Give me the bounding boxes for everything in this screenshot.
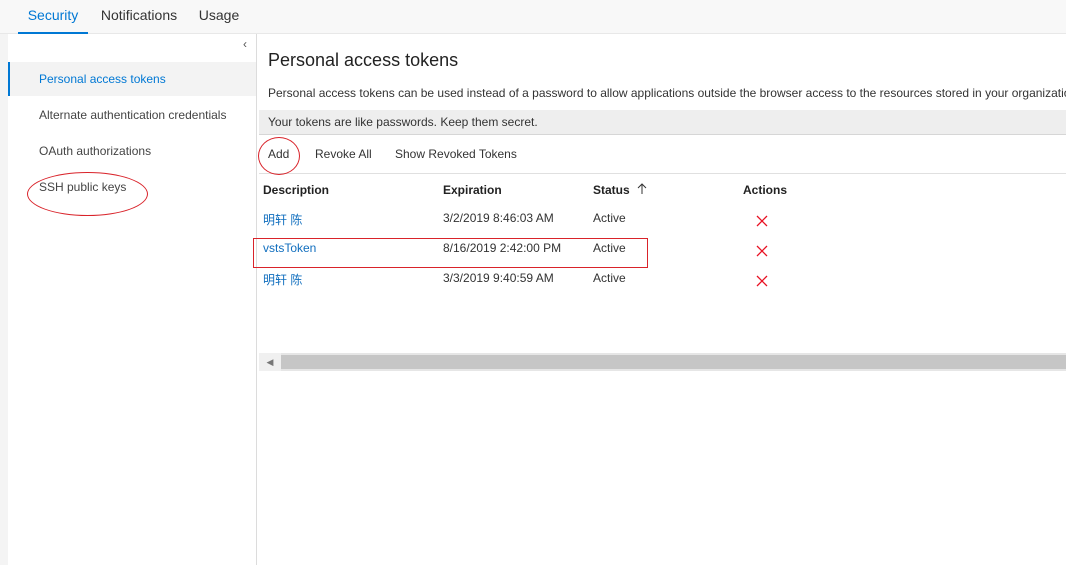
main-panel: Personal access tokens Personal access t… [257,34,1066,565]
token-expiration: 3/2/2019 8:46:03 AM [443,211,554,225]
page-description: Personal access tokens can be used inste… [268,86,1066,100]
revoke-x-icon[interactable] [755,274,769,288]
token-expiration: 3/3/2019 9:40:59 AM [443,271,554,285]
sort-arrow-up-icon[interactable] [637,183,647,195]
tab-usage[interactable]: Usage [194,0,244,34]
token-expiration: 8/16/2019 2:42:00 PM [443,241,562,255]
show-revoked-tokens-button[interactable]: Show Revoked Tokens [395,147,517,161]
toolbar-divider [259,173,1066,174]
add-button[interactable]: Add [268,147,289,161]
token-status: Active [593,211,626,225]
sidebar-item-alternate-credentials[interactable]: Alternate authentication credentials [8,98,256,132]
horizontal-scrollbar[interactable]: ◀ [259,353,1066,371]
status-header-label: Status [593,183,630,197]
sidebar-item-ssh-public-keys[interactable]: SSH public keys [8,170,256,204]
tab-notifications[interactable]: Notifications [94,0,184,34]
scroll-left-icon[interactable]: ◀ [259,353,281,371]
column-header-description[interactable]: Description [263,183,329,197]
tab-security[interactable]: Security [18,0,88,34]
top-tab-bar: Security Notifications Usage [0,0,1066,34]
sidebar-item-oauth-authorizations[interactable]: OAuth authorizations [8,134,256,168]
token-description-link[interactable]: 明轩 陈 [263,211,302,228]
sidebar: ‹ Personal access tokens Alternate authe… [8,34,257,565]
page-title: Personal access tokens [268,50,459,70]
token-status: Active [593,241,626,255]
left-edge-strip [0,34,8,565]
token-status: Active [593,271,626,285]
secret-warning-banner: Your tokens are like passwords. Keep the… [259,110,1066,135]
column-header-actions: Actions [743,183,788,197]
token-description-link[interactable]: 明轩 陈 [263,271,302,288]
collapse-sidebar-icon[interactable]: ‹ [243,37,247,51]
token-description-link[interactable]: vstsToken [263,241,316,255]
scrollbar-thumb[interactable] [281,355,1066,369]
column-header-expiration[interactable]: Expiration [443,183,502,197]
revoke-x-icon[interactable] [755,214,769,228]
sidebar-item-personal-access-tokens[interactable]: Personal access tokens [8,62,256,96]
revoke-all-button[interactable]: Revoke All [315,147,372,161]
column-header-status[interactable]: Status [593,183,647,197]
revoke-x-icon[interactable] [755,244,769,258]
